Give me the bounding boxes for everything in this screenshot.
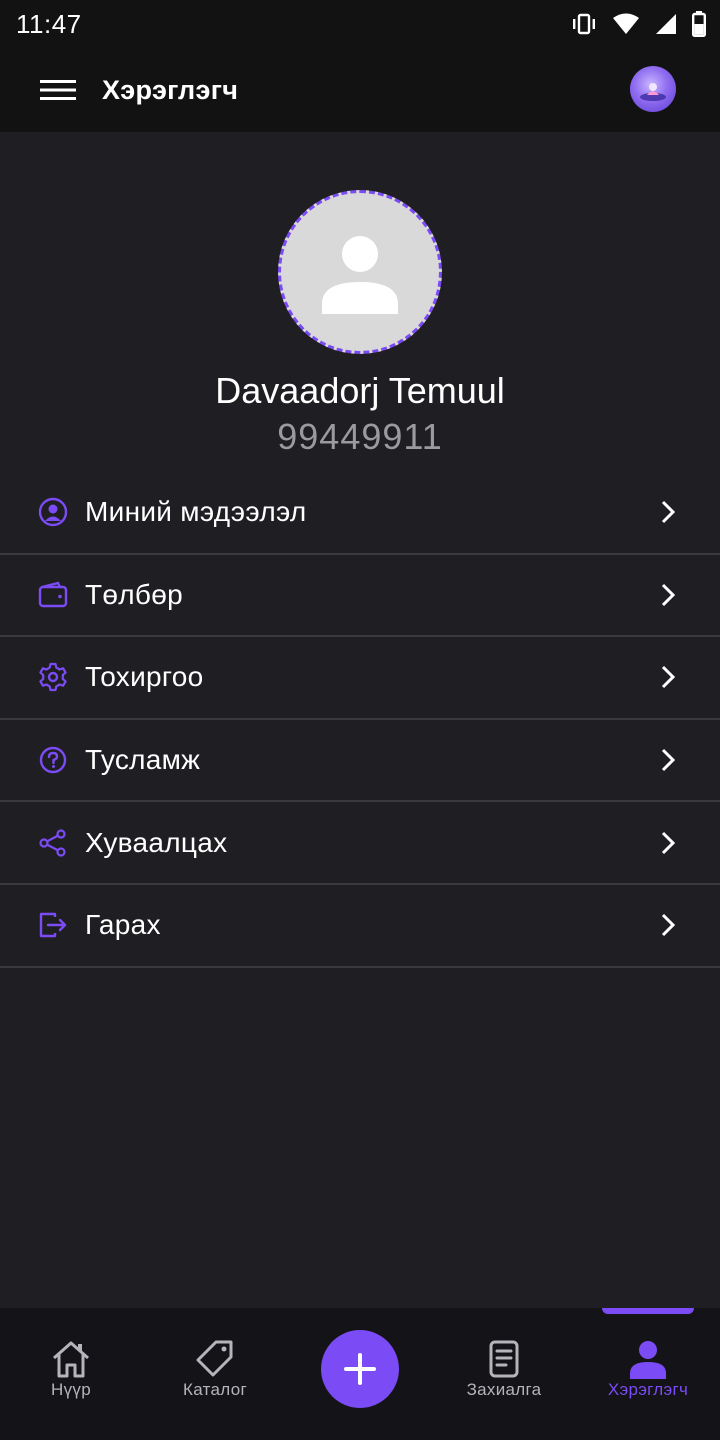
- tag-icon: [194, 1338, 236, 1380]
- help-circle-icon: [38, 745, 68, 775]
- profile-name: Davaadorj Temuul: [215, 370, 505, 411]
- menu-item-label: Миний мэдээлэл: [85, 496, 307, 528]
- chevron-right-icon: [656, 748, 680, 772]
- menu-item-label: Тусламж: [85, 744, 201, 776]
- bottom-nav: Нүүр Каталог Захиалга Хэрэглэгч: [0, 1308, 720, 1440]
- document-icon: [487, 1338, 521, 1380]
- chevron-right-icon: [656, 913, 680, 937]
- add-button[interactable]: [321, 1330, 399, 1408]
- user-circle-icon: [38, 497, 68, 527]
- menu-item-label: Тохиргоо: [85, 661, 204, 693]
- profile-avatar[interactable]: [278, 190, 442, 354]
- menu-item-settings[interactable]: Тохиргоо: [0, 637, 720, 720]
- status-bar: 11:47: [0, 0, 720, 48]
- menu-item-payment[interactable]: Төлбөр: [0, 555, 720, 638]
- avatar[interactable]: [630, 66, 676, 112]
- profile-phone: 99449911: [277, 416, 443, 457]
- wallet-icon: [38, 580, 68, 610]
- chevron-right-icon: [656, 665, 680, 689]
- nav-label: Каталог: [183, 1380, 247, 1399]
- nav-home[interactable]: Нүүр: [20, 1308, 122, 1440]
- chevron-right-icon: [656, 500, 680, 524]
- wifi-icon: [612, 12, 640, 36]
- gear-icon: [38, 662, 68, 692]
- hamburger-menu-icon[interactable]: [38, 70, 78, 110]
- nav-profile[interactable]: Хэрэглэгч: [594, 1308, 702, 1440]
- home-icon: [50, 1338, 92, 1380]
- nav-catalog[interactable]: Каталог: [164, 1308, 266, 1440]
- page-title: Хэрэглэгч: [102, 74, 239, 105]
- status-time: 11:47: [16, 8, 82, 39]
- menu-item-label: Төлбөр: [85, 578, 183, 610]
- logout-icon: [38, 910, 68, 940]
- plus-icon: [344, 1353, 376, 1385]
- profile-section: Davaadorj Temuul 99449911: [0, 132, 720, 472]
- menu-item-share[interactable]: Хуваалцах: [0, 802, 720, 885]
- nav-label: Хэрэглэгч: [607, 1380, 689, 1399]
- share-icon: [38, 828, 68, 858]
- menu-item-logout[interactable]: Гарах: [0, 885, 720, 968]
- settings-menu: Миний мэдээлэл Төлбөр Тохиргоо Тусламж Х…: [0, 472, 720, 968]
- menu-item-label: Гарах: [85, 909, 161, 941]
- vibrate-icon: [570, 12, 598, 36]
- battery-icon: [692, 11, 706, 37]
- app-bar: Хэрэглэгч: [0, 48, 720, 132]
- chevron-right-icon: [656, 583, 680, 607]
- menu-item-help[interactable]: Тусламж: [0, 720, 720, 803]
- person-icon: [322, 236, 398, 314]
- nav-orders[interactable]: Захиалга: [452, 1308, 556, 1440]
- chevron-right-icon: [656, 831, 680, 855]
- menu-item-my-info[interactable]: Миний мэдээлэл: [0, 472, 720, 555]
- menu-item-label: Хуваалцах: [85, 826, 228, 858]
- person-icon: [628, 1338, 668, 1380]
- status-icons: [570, 11, 706, 37]
- signal-icon: [654, 12, 678, 36]
- nav-label: Захиалга: [466, 1380, 542, 1399]
- nav-label: Нүүр: [51, 1380, 91, 1399]
